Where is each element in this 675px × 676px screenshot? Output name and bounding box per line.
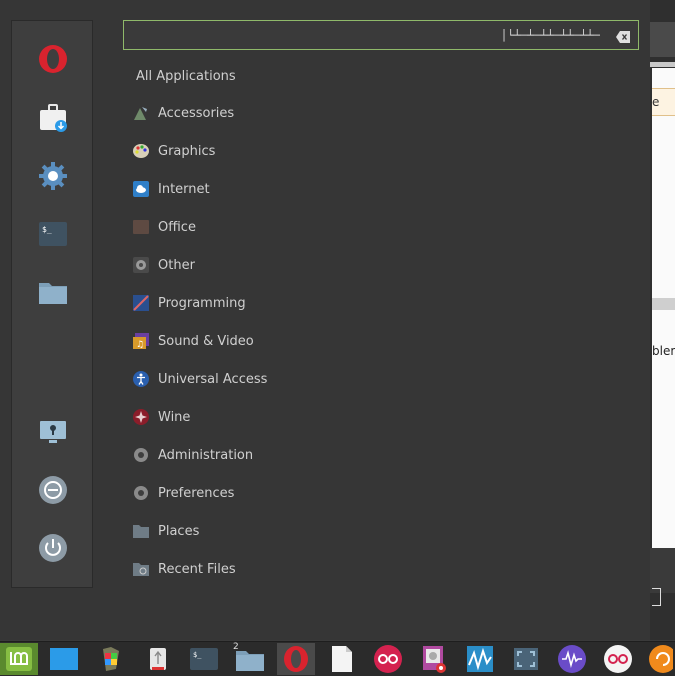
category-label: Other (158, 257, 195, 273)
search-input[interactable] (130, 25, 600, 45)
background-window-scrollbar (652, 298, 675, 310)
terminal-taskbar-icon[interactable]: $_ (185, 643, 223, 675)
category-label: Administration (158, 447, 254, 463)
media-player-icon[interactable] (415, 643, 453, 675)
favorites-sidebar: $_ (11, 20, 93, 588)
system-monitor-icon[interactable] (461, 643, 499, 675)
software-manager-icon[interactable] (34, 99, 72, 137)
category-label: Internet (158, 181, 210, 197)
svg-text:♫: ♫ (136, 340, 144, 350)
files-icon[interactable] (34, 273, 72, 311)
opera-icon[interactable] (34, 40, 72, 78)
category-label: Accessories (158, 105, 235, 121)
system-settings-icon[interactable] (34, 157, 72, 195)
wine-explorer-icon[interactable] (92, 643, 130, 675)
wine-icon (132, 408, 150, 426)
category-recent-files[interactable]: Recent Files (132, 557, 236, 581)
background-window-footer (650, 548, 675, 593)
category-internet[interactable]: Internet (132, 177, 210, 201)
places-icon (132, 522, 150, 540)
category-label: Programming (158, 295, 246, 311)
files-taskbar-icon[interactable]: 2 (231, 642, 269, 675)
logout-icon[interactable] (34, 471, 72, 509)
update-manager-icon[interactable] (645, 643, 675, 675)
accessories-icon (132, 104, 150, 122)
category-office[interactable]: Office (132, 215, 196, 239)
taskbar: $_ 2 (0, 641, 675, 676)
category-universal-access[interactable]: Universal Access (132, 367, 267, 391)
universal-access-icon (132, 370, 150, 388)
background-window-field (652, 588, 661, 606)
category-graphics[interactable]: Graphics (132, 139, 215, 163)
category-label: Wine (158, 409, 191, 425)
category-accessories[interactable]: Accessories (132, 101, 234, 125)
audio-recorder-icon[interactable] (553, 643, 591, 675)
usb-drive-icon[interactable] (139, 643, 177, 675)
other-icon (132, 256, 150, 274)
category-label: Places (158, 523, 200, 539)
category-label: Office (158, 219, 196, 235)
recent-files-icon (132, 560, 150, 578)
category-label: Sound & Video (158, 333, 254, 349)
sound-video-icon: ♫ (132, 332, 150, 350)
background-window-divider (650, 62, 675, 67)
graphics-icon (132, 142, 150, 160)
flickr-app-icon[interactable] (369, 643, 407, 675)
mint-menu-icon[interactable] (0, 643, 38, 675)
programming-icon (132, 294, 150, 312)
lock-screen-icon[interactable] (34, 413, 72, 451)
category-sound-video[interactable]: ♫ Sound & Video (132, 329, 254, 353)
background-window-toolbar (650, 22, 675, 57)
category-label: Preferences (158, 485, 235, 501)
clear-search-icon[interactable] (616, 28, 632, 43)
text-editor-icon[interactable] (323, 643, 361, 675)
show-desktop-icon[interactable] (45, 643, 83, 675)
category-label: Recent Files (158, 561, 236, 577)
preferences-icon (132, 484, 150, 502)
category-other[interactable]: Other (132, 253, 195, 277)
category-label: Universal Access (158, 371, 268, 387)
background-window: e blem (650, 0, 675, 640)
flickr-uploader-icon[interactable] (599, 643, 637, 675)
internet-icon (132, 180, 150, 198)
svg-text:$_: $_ (42, 225, 52, 234)
administration-icon (132, 446, 150, 464)
category-places[interactable]: Places (132, 519, 199, 543)
office-icon (132, 218, 150, 236)
opera-taskbar-icon[interactable] (277, 643, 315, 675)
category-programming[interactable]: Programming (132, 291, 246, 315)
category-preferences[interactable]: Preferences (132, 481, 234, 505)
category-wine[interactable]: Wine (132, 405, 190, 429)
search-box[interactable] (123, 20, 639, 50)
screenshot-icon[interactable] (507, 643, 545, 675)
application-menu: $_ All Applications Accessories Graphics… (0, 0, 650, 640)
background-window-text: blem (652, 344, 675, 358)
all-applications[interactable]: All Applications (136, 69, 236, 84)
background-window-highlight: e (652, 88, 675, 116)
window-count-badge: 2 (233, 642, 239, 652)
terminal-icon[interactable]: $_ (34, 215, 72, 253)
category-administration[interactable]: Administration (132, 443, 253, 467)
category-label: Graphics (158, 143, 216, 159)
shutdown-icon[interactable] (34, 529, 72, 567)
svg-text:$_: $_ (193, 651, 202, 659)
